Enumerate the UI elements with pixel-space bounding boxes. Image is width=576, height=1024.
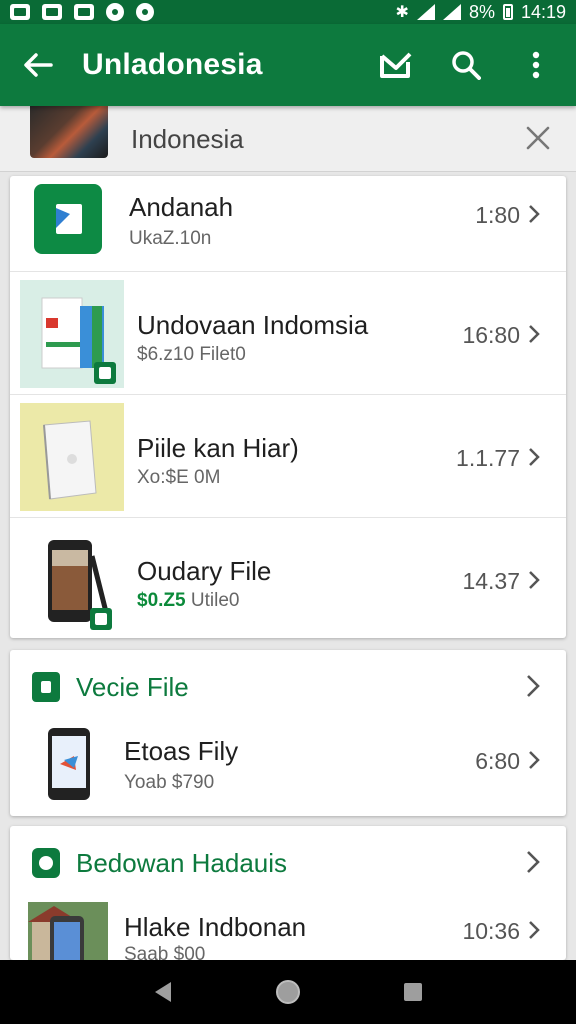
notification-icon <box>10 4 30 20</box>
app-icon <box>34 184 102 254</box>
result-title: Oudary File <box>137 556 272 586</box>
overflow-menu-button[interactable] <box>514 43 558 87</box>
item-thumbnail <box>28 902 108 960</box>
result-subtitle: $6.z10 Filet0 <box>137 344 246 365</box>
item-thumbnail <box>34 726 106 802</box>
section-title: Vecie File <box>76 672 189 702</box>
wifi-signal-icon <box>416 4 435 20</box>
back-button[interactable] <box>18 45 58 85</box>
result-value: 16:80 <box>462 322 520 348</box>
phone-app-icon <box>48 728 90 800</box>
item-value: 6:80 <box>475 748 520 774</box>
result-value: 14.37 <box>462 568 520 594</box>
nav-home-button[interactable] <box>268 972 308 1012</box>
result-value: 1:80 <box>475 202 520 228</box>
result-title: Piile kan Hiar) <box>137 433 299 463</box>
item-title: Hlake Indbonan <box>124 912 307 942</box>
mail-check-icon <box>380 52 412 78</box>
sync-icon <box>106 3 124 21</box>
app-title: Unladonesia <box>82 48 263 81</box>
cell-signal-icon <box>442 4 461 20</box>
result-thumbnail <box>20 403 124 511</box>
circle-home-icon <box>275 980 300 1004</box>
battery-icon <box>502 4 513 20</box>
search-bar: Indonesia <box>0 106 576 172</box>
search-thumbnail <box>30 106 108 158</box>
chevron-right-icon <box>527 675 540 697</box>
result-title: Andanah <box>129 192 234 222</box>
chevron-right-icon <box>529 921 540 939</box>
result-thumbnail <box>20 526 124 634</box>
result-subtitle: UkaZ.10n <box>129 228 212 249</box>
media-notification-icon <box>74 4 94 20</box>
mail-action-button[interactable] <box>374 43 418 87</box>
chevron-right-icon <box>529 448 540 466</box>
file-section-icon <box>32 672 60 702</box>
result-row[interactable]: Piile kan Hiar) Xo:$E 0M 1.1.77 <box>10 395 566 518</box>
nav-recents-button[interactable] <box>393 972 433 1012</box>
result-subtitle: $0.Z5 Utile0 <box>137 590 239 612</box>
chevron-right-icon <box>527 851 540 873</box>
result-price: $0.Z5 <box>137 590 186 611</box>
system-nav-bar <box>0 960 576 1024</box>
section-item[interactable]: Hlake Indbonan Saab $00 10:36 <box>10 898 566 960</box>
status-bar: ✱ 8% 14:19 <box>0 0 576 24</box>
record-icon <box>136 3 154 21</box>
result-row[interactable]: Andanah UkaZ.10n 1:80 <box>10 176 566 272</box>
chevron-right-icon <box>529 571 540 589</box>
search-button[interactable] <box>444 43 488 87</box>
section-header[interactable]: Bedowan Hadauis <box>10 826 566 898</box>
house-photo-icon <box>28 902 108 960</box>
result-row[interactable]: Oudary File $0.Z5 Utile0 14.37 <box>10 518 566 638</box>
section-card: Bedowan Hadauis Hlake Indbonan Saab $00 … <box>10 826 566 960</box>
nav-back-button[interactable] <box>143 972 183 1012</box>
folder-icon <box>43 420 97 500</box>
clear-search-button[interactable] <box>520 120 556 156</box>
app-bar: Unladonesia <box>0 24 576 106</box>
battery-percent: 8% <box>468 1 495 22</box>
image-notification-icon <box>42 4 62 20</box>
bluetooth-icon: ✱ <box>395 4 409 21</box>
item-title: Etoas Fily <box>124 736 239 766</box>
item-subtitle: Saab $00 <box>124 944 206 960</box>
document-icon <box>56 204 82 234</box>
section-item[interactable]: Etoas Fily Yoab $790 6:80 <box>10 722 566 816</box>
search-query[interactable]: Indonesia <box>131 124 244 155</box>
result-subtitle: Xo:$E 0M <box>137 467 221 488</box>
section-title: Bedowan Hadauis <box>76 848 288 878</box>
clock: 14:19 <box>520 1 566 22</box>
result-value: 1.1.77 <box>456 445 520 471</box>
chevron-right-icon <box>529 325 540 343</box>
product-box-icon <box>41 297 116 384</box>
triangle-back-icon <box>154 982 171 1002</box>
item-subtitle: Yoab $790 <box>124 772 215 793</box>
chevron-right-icon <box>529 751 540 769</box>
section-header[interactable]: Vecie File <box>10 650 566 722</box>
result-subtitle-text: Utile0 <box>190 590 240 611</box>
close-icon <box>526 126 550 150</box>
chevron-right-icon <box>529 205 540 223</box>
camera-section-icon <box>32 848 60 878</box>
section-card: Vecie File Etoas Fily Yoab $790 6:80 <box>10 650 566 816</box>
back-arrow-icon <box>24 53 53 77</box>
phone-icon <box>48 540 112 630</box>
item-value: 10:36 <box>462 918 520 944</box>
result-title: Undovaan Indomsia <box>137 310 369 340</box>
search-icon <box>452 51 481 80</box>
result-row[interactable]: Undovaan Indomsia $6.z10 Filet0 16:80 <box>10 272 566 395</box>
results-card: Andanah UkaZ.10n 1:80 Undovaan Indomsia … <box>10 176 566 638</box>
square-recents-icon <box>404 983 423 1001</box>
more-vert-icon <box>532 51 540 79</box>
result-thumbnail <box>20 280 124 388</box>
